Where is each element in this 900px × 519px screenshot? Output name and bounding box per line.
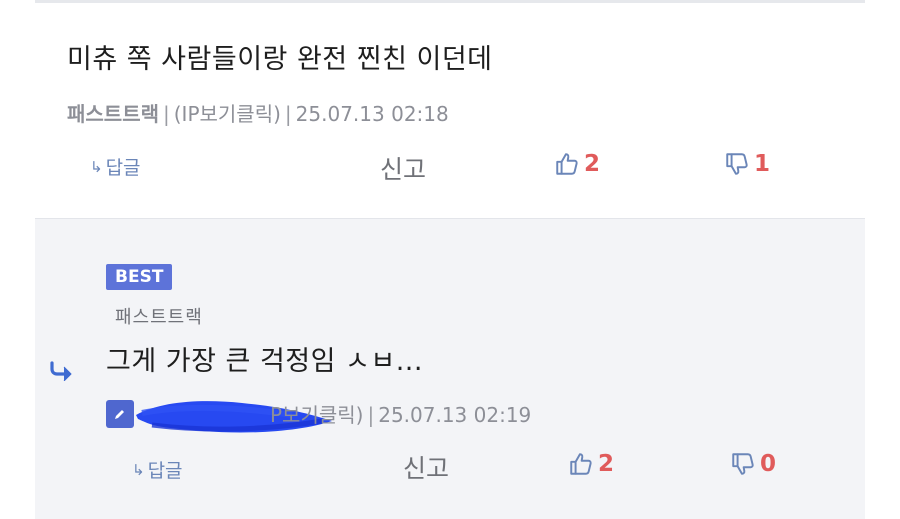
comment-date: 25.07.13 02:18	[295, 102, 449, 126]
page-margin-left	[0, 0, 35, 518]
like-button[interactable]: 2	[568, 451, 614, 477]
comment-meta: 패스트트랙 | (IP보기클릭) | 25.07.13 02:18	[67, 98, 449, 127]
report-button[interactable]: 신고	[403, 449, 449, 485]
thumbs-down-icon	[726, 153, 748, 175]
reply-to-name: 패스트트랙	[115, 307, 203, 328]
report-button[interactable]: 신고	[380, 150, 426, 186]
edit-pencil-icon[interactable]	[106, 400, 134, 428]
reply-button[interactable]: ↳ 답글	[132, 456, 183, 483]
author-name[interactable]: 패스트트랙	[67, 102, 159, 126]
reply-label: 답글	[147, 460, 183, 482]
comment-text: 미츄 쪽 사람들이랑 완전 찐친 이던데	[67, 44, 493, 75]
best-badge: BEST	[106, 264, 173, 290]
thumbs-up-icon	[556, 153, 578, 175]
dislike-button[interactable]: 0	[730, 451, 776, 477]
reply-label: 답글	[105, 157, 141, 179]
meta-separator: |	[163, 102, 170, 126]
meta-separator: |	[367, 403, 375, 427]
like-button[interactable]: 2	[554, 151, 600, 177]
thumbs-down-icon	[732, 453, 754, 475]
thumbs-up-icon	[570, 453, 592, 475]
like-count: 2	[584, 151, 601, 177]
comment-text: 그게 가장 큰 걱정임 ㅅㅂ...	[106, 346, 423, 377]
reply-arrow-icon	[50, 361, 72, 381]
meta-separator: |	[284, 102, 292, 126]
reply-button[interactable]: ↳ 답글	[90, 153, 141, 180]
comment-item: 미츄 쪽 사람들이랑 완전 찐친 이던데 패스트트랙 | (IP보기클릭) | 25.0…	[35, 3, 865, 218]
ip-view-link[interactable]: P보기클릭)	[270, 403, 363, 427]
dislike-count: 1	[754, 151, 771, 177]
dislike-count: 0	[760, 451, 777, 477]
dislike-button[interactable]: 1	[724, 151, 770, 177]
comment-date: 25.07.13 02:19	[378, 403, 532, 427]
page-margin-right	[865, 0, 900, 518]
ip-view-link[interactable]: (IP보기클릭)	[174, 102, 281, 126]
reply-corner-arrow-icon: ↳	[90, 157, 103, 176]
comment-meta: P보기클릭) | 25.07.13 02:19	[270, 399, 531, 428]
reply-corner-arrow-icon: ↳	[132, 460, 145, 479]
reply-comment-item: BEST 패스트트랙 그게 가장 큰 걱정임 ㅅㅂ... P보기클릭) | 25.0…	[35, 218, 865, 519]
like-count: 2	[598, 451, 615, 477]
